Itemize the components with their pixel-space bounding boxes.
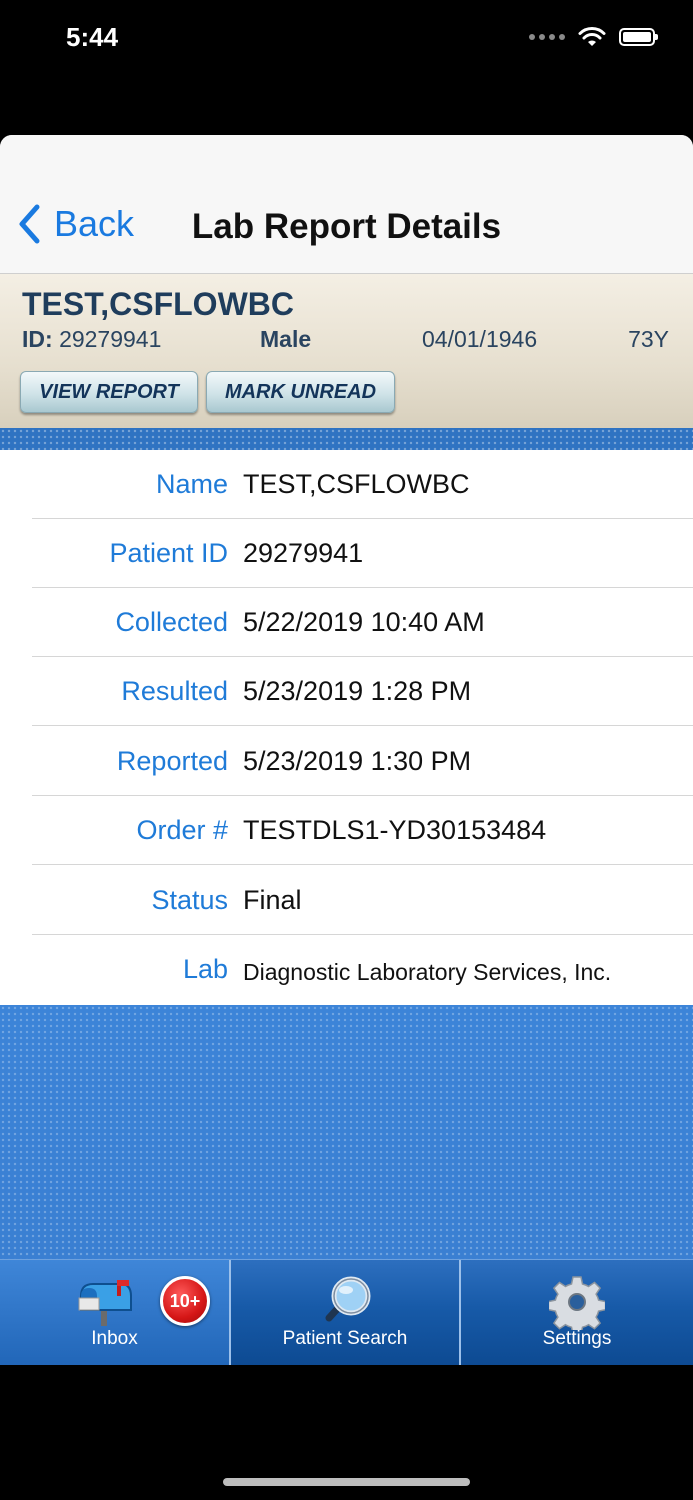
patient-header: TEST,CSFLOWBC ID: 29279941 Male 04/01/19…	[0, 274, 693, 428]
background-pattern	[0, 1005, 693, 1259]
detail-label: Patient ID	[109, 538, 228, 568]
tab-settings[interactable]: Settings	[461, 1260, 693, 1365]
detail-value: TESTDLS1-YD30153484	[243, 815, 547, 845]
patient-id: 29279941	[59, 326, 162, 352]
detail-list: Name TEST,CSFLOWBC Patient ID 29279941 C…	[0, 450, 693, 1005]
tab-settings-label: Settings	[542, 1328, 612, 1349]
detail-row-status: Status Final	[0, 866, 693, 935]
detail-label: Name	[155, 469, 228, 499]
detail-value: 5/23/2019 1:30 PM	[243, 746, 472, 776]
tab-inbox-label: Inbox	[91, 1328, 138, 1349]
tab-patient-search-label: Patient Search	[282, 1328, 408, 1349]
gear-icon	[549, 1276, 605, 1330]
tab-inbox[interactable]: 10+ Inbox	[0, 1260, 229, 1365]
detail-row-resulted: Resulted 5/23/2019 1:28 PM	[0, 657, 693, 726]
mailbox-icon	[78, 1280, 132, 1326]
status-bar: 5:44	[0, 0, 693, 80]
screen-sheet: Back Lab Report Details TEST,CSFLOWBC ID…	[0, 135, 693, 1365]
magnifier-icon	[325, 1276, 371, 1322]
detail-label: Lab	[182, 954, 228, 984]
detail-label: Collected	[115, 607, 228, 637]
tab-bar: 10+ Inbox Patient Search Settings	[0, 1259, 693, 1365]
tab-patient-search[interactable]: Patient Search	[231, 1260, 459, 1365]
patient-id-label: ID:	[22, 326, 53, 352]
status-time: 5:44	[66, 22, 119, 52]
patient-sex: Male	[260, 326, 312, 352]
navigation-bar: Back Lab Report Details	[0, 135, 693, 274]
patient-name: TEST,CSFLOWBC	[22, 286, 294, 322]
status-icons	[529, 26, 658, 48]
view-report-button[interactable]: VIEW REPORT	[20, 371, 198, 413]
mark-unread-button[interactable]: MARK UNREAD	[206, 371, 395, 413]
inbox-badge: 10+	[160, 1276, 210, 1326]
detail-value: Diagnostic Laboratory Services, Inc.	[243, 959, 612, 985]
patient-info-row: ID: 29279941 Male 04/01/1946 73Y	[22, 326, 669, 356]
home-indicator[interactable]	[223, 1478, 470, 1486]
detail-row-patient-id: Patient ID 29279941	[0, 519, 693, 588]
patient-dob: 04/01/1946	[422, 326, 538, 352]
detail-value: TEST,CSFLOWBC	[243, 469, 470, 499]
detail-value: 5/22/2019 10:40 AM	[243, 607, 485, 637]
detail-value: 5/23/2019 1:28 PM	[243, 676, 472, 706]
detail-row-order: Order # TESTDLS1-YD30153484	[0, 796, 693, 865]
detail-label: Reported	[116, 746, 228, 776]
page-title: Lab Report Details	[191, 207, 502, 246]
detail-label: Status	[151, 885, 228, 915]
row-divider	[32, 725, 693, 726]
detail-row-reported: Reported 5/23/2019 1:30 PM	[0, 727, 693, 796]
detail-label: Order #	[136, 815, 228, 845]
detail-row-lab: Lab Diagnostic Laboratory Services, Inc.	[0, 935, 693, 1004]
patient-age: 73Y	[628, 326, 669, 352]
row-divider	[32, 864, 693, 865]
detail-row-name: Name TEST,CSFLOWBC	[0, 450, 693, 519]
wifi-icon	[578, 27, 606, 46]
detail-label: Resulted	[121, 676, 228, 706]
signal-icon	[529, 34, 565, 40]
header-divider-stripe	[0, 428, 693, 450]
detail-row-collected: Collected 5/22/2019 10:40 AM	[0, 588, 693, 657]
detail-value: 29279941	[243, 538, 364, 568]
battery-icon	[619, 28, 658, 46]
detail-value: Final	[243, 885, 302, 915]
